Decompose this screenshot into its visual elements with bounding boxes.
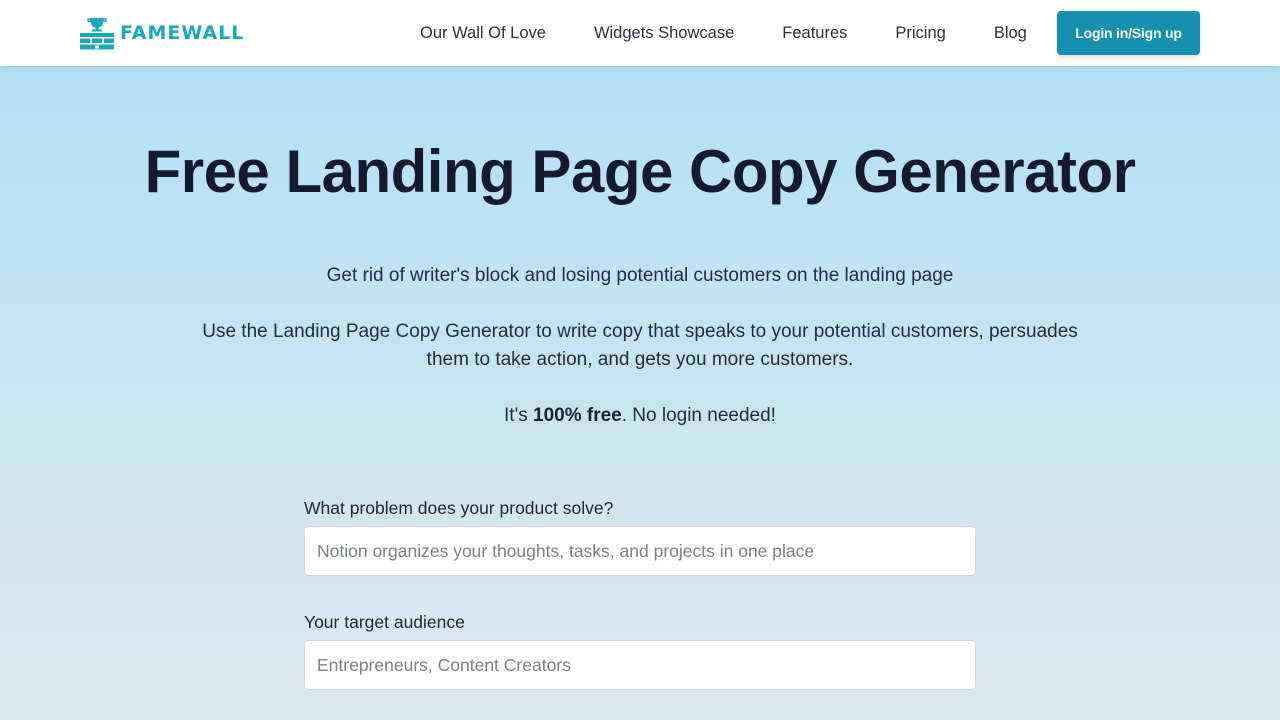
audience-label: Your target audience: [304, 612, 465, 632]
audience-input[interactable]: [304, 640, 976, 690]
brand-name: FAMEWALL: [120, 21, 245, 44]
hero-subtitle-2: Use the Landing Page Copy Generator to w…: [202, 321, 1078, 370]
hero-subtitle-1: Get rid of writer's block and losing pot…: [326, 265, 954, 286]
nav-link-wall-of-love[interactable]: Our Wall Of Love: [420, 24, 546, 43]
nav-links: Our Wall Of Love Widgets Showcase Featur…: [420, 0, 1027, 66]
trophy-wall-icon: [80, 18, 114, 50]
page-title: Free Landing Page Copy Generator: [144, 138, 1136, 205]
nav-link-pricing[interactable]: Pricing: [895, 24, 945, 43]
login-signup-button[interactable]: Login in/Sign up: [1057, 11, 1200, 55]
hero-subtitle-3: It's 100% free. No login needed!: [0, 402, 1280, 430]
navbar: FAMEWALL Our Wall Of Love Widgets Showca…: [0, 0, 1280, 66]
nav-link-blog[interactable]: Blog: [994, 24, 1027, 43]
free-note-bold: 100% free: [533, 405, 622, 426]
problem-input[interactable]: [304, 526, 976, 576]
nav-link-features[interactable]: Features: [782, 24, 847, 43]
famewall-logo[interactable]: FAMEWALL: [80, 16, 244, 50]
free-note-suffix: . No login needed!: [621, 405, 776, 426]
free-note-prefix: It's: [504, 405, 533, 426]
nav-link-widgets-showcase[interactable]: Widgets Showcase: [594, 24, 734, 43]
problem-label: What problem does your product solve?: [304, 498, 614, 518]
